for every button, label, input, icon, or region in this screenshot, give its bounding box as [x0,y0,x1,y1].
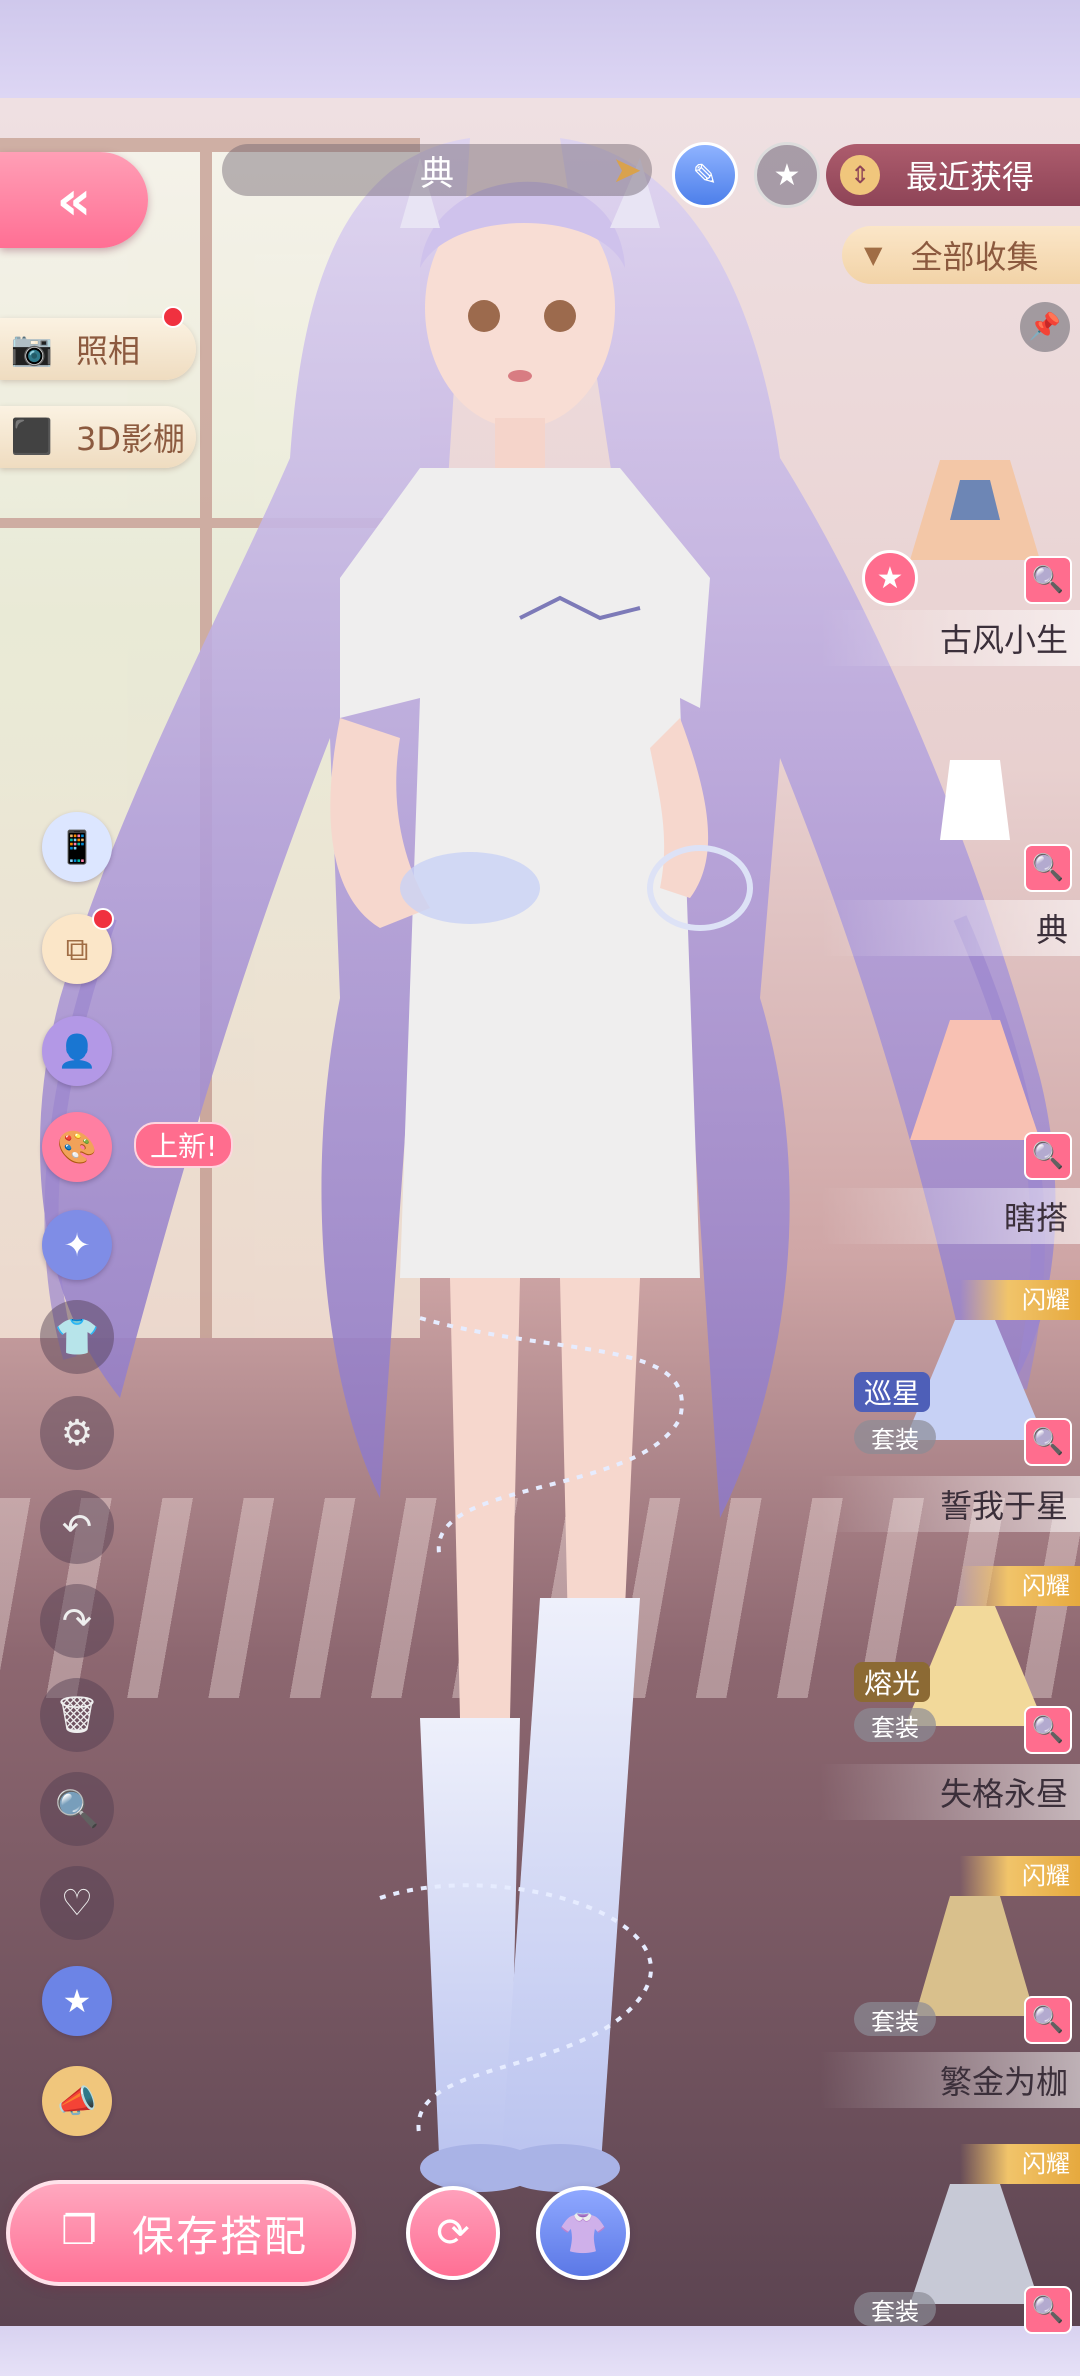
new-badge: 上新! [134,1122,234,1168]
trash-icon: 🗑 [54,1695,100,1736]
item-name: 繁金为枷 [820,2052,1080,2108]
sort-dropdown[interactable]: ⇕ 最近获得 [826,144,1080,206]
category-label: 典 [420,153,454,194]
bottom-band [0,2326,1080,2376]
filter-label: 全部收集 [910,238,1039,276]
pin-button[interactable]: 📌 [1020,302,1070,352]
star-icon: ★ [773,157,801,193]
outfit-item[interactable]: 闪耀 熔光 套装 🔍 [850,1566,1080,1756]
save-outfit-button[interactable]: ❐ 保存搭配 [6,2180,356,2286]
outfit-item[interactable]: 闪耀 套装 🔍 [850,2144,1080,2334]
search-button[interactable]: 🔍 [40,1772,114,1846]
notification-dot [162,306,184,328]
category-selector[interactable]: 典 ➤ [222,144,652,196]
shirt-outline-icon: 👚 [558,2210,608,2257]
item-thumbnail [910,1020,1040,1140]
sort-arrows-icon: ⇕ [840,155,880,195]
rarity-badge: 巡星 [854,1372,931,1412]
studio-label: 3D影棚 [76,420,186,458]
dye-palette-button[interactable]: 🎨 [42,1112,112,1182]
switch-outfit-button[interactable]: ⟳ [406,2186,500,2280]
item-search-button[interactable]: 🔍 [1024,844,1072,892]
search-icon: 🔍 [1031,1715,1065,1745]
pencil-icon: ✎ [692,157,718,193]
undo-button[interactable]: ↶ [40,1490,114,1564]
effects-button[interactable]: ✦ [42,1210,112,1280]
layers-icon: ⧉ [65,929,89,968]
save-label: 保存搭配 [132,2211,309,2261]
item-search-button[interactable]: 🔍 [1024,1996,1072,2044]
outfit-item[interactable]: 闪耀 巡星 套装 🔍 [850,1280,1080,1470]
delete-button[interactable]: 🗑 [40,1678,114,1752]
star-badge-icon: ★ [62,1982,92,2020]
shirt-icon: 👕 [54,1317,100,1358]
item-search-button[interactable]: 🔍 [1024,1706,1072,1754]
heart-icon: ♡ [60,1882,94,1924]
item-search-button[interactable]: 🔍 [1024,2286,1072,2334]
outfit-lock-button[interactable]: 👕 [40,1300,114,1374]
search-icon: 🔍 [1031,565,1065,595]
top-status-band [0,0,1080,98]
search-icon: 🔍 [1031,1141,1065,1171]
suit-label: 套装 [854,2292,936,2326]
studio-3d-button[interactable]: ⬛ 3D影棚 [0,406,196,468]
announcement-button[interactable]: 📣 [42,2066,112,2136]
photo-button[interactable]: 📷 照相 [0,318,196,380]
search-icon: 🔍 [1031,853,1065,883]
camera-icon: 📷 [10,329,54,369]
favorite-star-icon: ★ [862,550,918,606]
cube-icon: ⬛ [10,417,54,457]
item-name: 古风小生 [820,610,1080,666]
search-icon: 🔍 [1031,1427,1065,1457]
suit-label: 套装 [854,1708,936,1742]
gear-icon: ⚙ [60,1412,94,1454]
item-search-button[interactable]: 🔍 [1024,1132,1072,1180]
cards-icon: ❐ [61,2208,99,2254]
dropdown-triangle-icon: ▼ [864,241,883,269]
pin-icon: 📌 [1028,312,1062,342]
item-search-button[interactable]: 🔍 [1024,556,1072,604]
search-icon: 🔍 [1031,2295,1065,2325]
item-name: 誓我于星 [820,1476,1080,1532]
outfit-item[interactable]: 🔍 [850,740,1080,900]
user-swap-icon: 👤 [57,1032,97,1070]
megaphone-icon: 📣 [57,2082,97,2120]
character-switch-button[interactable]: 👤 [42,1016,112,1086]
favorite-filter-button[interactable]: ★ [754,142,820,208]
like-button[interactable]: ♡ [40,1866,114,1940]
item-name: 瞎搭 [820,1188,1080,1244]
settings-button[interactable]: ⚙ [40,1396,114,1470]
item-search-button[interactable]: 🔍 [1024,1418,1072,1466]
stars-icon: ✦ [63,1226,91,1264]
outfit-item[interactable]: ★ 🔍 [850,440,1080,606]
notification-dot [92,908,114,930]
item-name: 失格永昼 [820,1764,1080,1820]
outfit-item[interactable]: 闪耀 套装 🔍 [850,1856,1080,2046]
suit-label: 套装 [854,1420,936,1454]
phone-mode-button[interactable]: 📱 [42,812,112,882]
wardrobe-detail-button[interactable]: 👚 [536,2186,630,2280]
rarity-badge: 熔光 [854,1662,931,1702]
outfit-item[interactable]: 🔍 [850,1010,1080,1180]
edit-button[interactable]: ✎ [672,142,738,208]
redo-button[interactable]: ↷ [40,1584,114,1658]
phone-icon: 📱 [57,828,97,866]
double-chevron-left-icon: « [56,168,92,232]
collection-filter-dropdown[interactable]: ▼ 全部收集 [842,226,1080,284]
rotate-icon: ⟳ [436,2210,470,2256]
suit-label: 套装 [854,2002,936,2036]
star-collection-button[interactable]: ★ [42,1966,112,2036]
search-icon: 🔍 [1031,2005,1065,2035]
item-name: 典 [820,900,1080,956]
sort-label: 最近获得 [906,158,1035,196]
photo-label: 照相 [76,332,141,370]
search-icon: 🔍 [54,1789,100,1830]
palette-icon: 🎨 [57,1128,97,1166]
chevron-right-icon: ➤ [611,150,642,191]
undo-icon: ↶ [61,1506,93,1548]
back-button[interactable]: « [0,152,148,248]
redo-icon: ↷ [61,1600,93,1642]
